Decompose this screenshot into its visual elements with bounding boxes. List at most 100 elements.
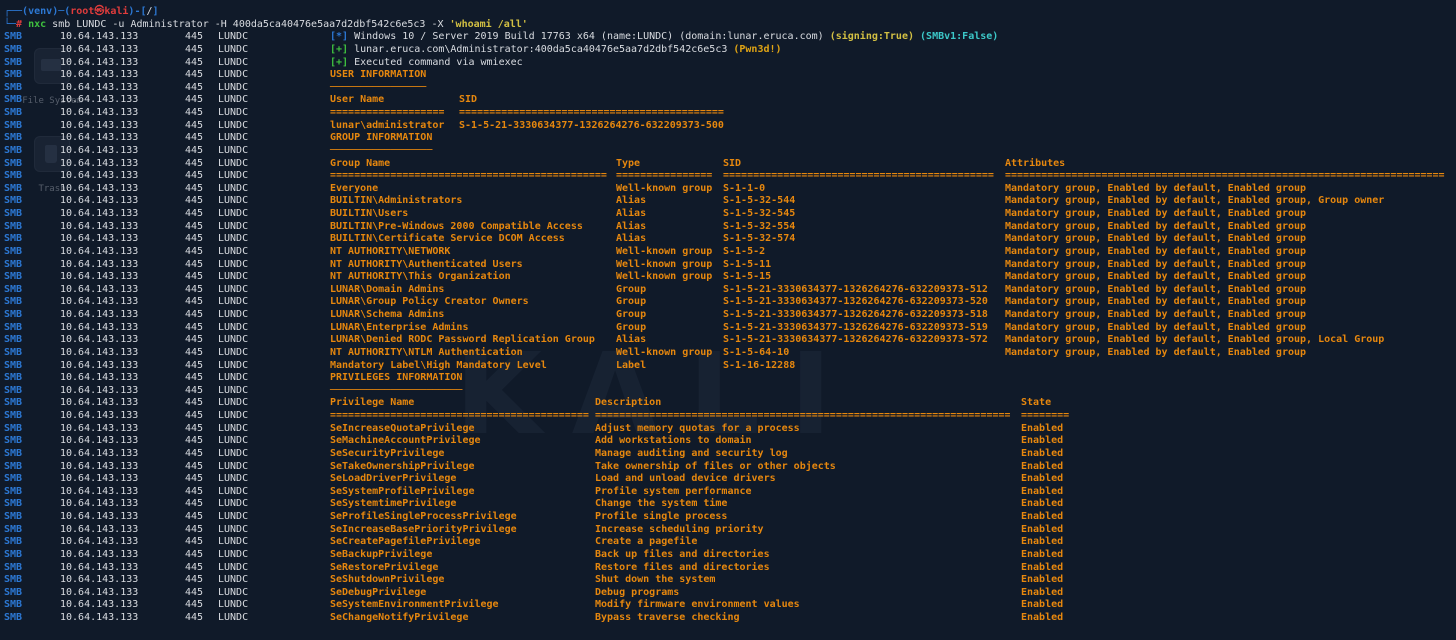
terminal-text-segment: SMB <box>4 536 60 549</box>
terminal-text-segment: SMB <box>4 524 60 537</box>
terminal-text-segment: 445 <box>185 94 218 107</box>
terminal-text-segment: LUNAR\Domain Admins <box>330 284 616 297</box>
terminal-text-segment: BUILTIN\Pre-Windows 2000 Compatible Acce… <box>330 221 616 234</box>
terminal-text-segment: LUNDC <box>218 536 330 549</box>
output-line: SMB10.64.143.133445LUNDC────────────────… <box>4 145 1456 158</box>
terminal-text-segment: LUNAR\Schema Admins <box>330 309 616 322</box>
terminal-text-segment: ──────────────── <box>330 82 426 93</box>
terminal-text-segment: Mandatory group, Enabled by default, Ena… <box>1005 271 1306 282</box>
terminal-text-segment: SMB <box>4 587 60 600</box>
terminal-text-segment: Modify firmware environment values <box>595 599 1021 612</box>
terminal-text-segment: NT AUTHORITY\Authenticated Users <box>330 259 616 272</box>
terminal-text-segment: Enabled <box>1021 486 1063 497</box>
terminal-text-segment: ────────────────────── <box>330 385 462 396</box>
terminal-text-segment: Alias <box>616 221 723 234</box>
output-line: SMB10.64.143.133445LUNDCSeTakeOwnershipP… <box>4 461 1456 474</box>
terminal-text-segment: 445 <box>185 360 218 373</box>
terminal-text-segment: 10.64.143.133 <box>60 423 185 436</box>
output-line: SMB10.64.143.133445LUNDC================… <box>4 107 1456 120</box>
terminal-text-segment: 445 <box>185 334 218 347</box>
terminal-text-segment: SMB <box>4 334 60 347</box>
terminal-text-segment: lunar.eruca.com\Administrator:400da5ca40… <box>348 44 733 55</box>
terminal-text-segment: LUNDC <box>218 271 330 284</box>
output-line: SMB10.64.143.133445LUNDClunar\administra… <box>4 120 1456 133</box>
terminal-window[interactable]: ┌──(venv)─(root㉿kali)-[/]└─# nxc smb LUN… <box>0 0 1456 640</box>
terminal-text-segment: ========================================… <box>330 410 595 423</box>
terminal-text-segment: 445 <box>185 259 218 272</box>
terminal-text-segment: Description <box>595 397 1021 410</box>
terminal-text-segment: Mandatory group, Enabled by default, Ena… <box>1005 208 1306 219</box>
terminal-text-segment: SMB <box>4 549 60 562</box>
terminal-text-segment: LUNDC <box>218 587 330 600</box>
terminal-text-segment: Bypass traverse checking <box>595 612 1021 625</box>
terminal-text-segment: 10.64.143.133 <box>60 31 185 44</box>
terminal-text-segment: S-1-5-11 <box>723 259 1005 272</box>
terminal-text-segment: 445 <box>185 486 218 499</box>
terminal-text-segment: 445 <box>185 233 218 246</box>
terminal-text-segment: 10.64.143.133 <box>60 372 185 385</box>
terminal-text-segment: BUILTIN\Certificate Service DCOM Access <box>330 233 616 246</box>
terminal-text-segment: NT AUTHORITY\NTLM Authentication <box>330 347 616 360</box>
terminal-text-segment: Take ownership of files or other objects <box>595 461 1021 474</box>
terminal-text-segment: LUNDC <box>218 511 330 524</box>
terminal-text-segment: 10.64.143.133 <box>60 511 185 524</box>
terminal-text-segment: LUNDC <box>218 221 330 234</box>
terminal-text-segment: Shut down the system <box>595 574 1021 587</box>
terminal-text-segment: Mandatory group, Enabled by default, Ena… <box>1005 309 1306 320</box>
terminal-text-segment: lunar\administrator <box>330 120 459 133</box>
terminal-text-segment: 10.64.143.133 <box>60 599 185 612</box>
desktop-screen: File System Trash KALI ┌──(venv)─(root㉿k… <box>0 0 1456 640</box>
output-line: SMB10.64.143.133445LUNDCBUILTIN\Pre-Wind… <box>4 221 1456 234</box>
terminal-text-segment: 445 <box>185 524 218 537</box>
output-line: SMB10.64.143.133445LUNDCNT AUTHORITY\Aut… <box>4 259 1456 272</box>
terminal-text-segment: SMB <box>4 170 60 183</box>
terminal-text-segment: 10.64.143.133 <box>60 322 185 335</box>
terminal-text-segment: 10.64.143.133 <box>60 549 185 562</box>
terminal-text-segment: ========================================… <box>723 170 1005 183</box>
terminal-text-segment: 445 <box>185 562 218 575</box>
terminal-text-segment: LUNDC <box>218 397 330 410</box>
output-line: SMB10.64.143.133445LUNDCNT AUTHORITY\NTL… <box>4 347 1456 360</box>
terminal-text-segment: S-1-5-21-3330634377-1326264276-632209373… <box>723 309 1005 322</box>
terminal-text-segment: 10.64.143.133 <box>60 170 185 183</box>
terminal-text-segment: SMB <box>4 322 60 335</box>
terminal-text-segment: 10.64.143.133 <box>60 536 185 549</box>
terminal-text-segment: SMB <box>4 195 60 208</box>
terminal-text-segment: 445 <box>185 208 218 221</box>
terminal-text-segment: 445 <box>185 574 218 587</box>
terminal-text-segment: 10.64.143.133 <box>60 435 185 448</box>
terminal-text-segment: SeIncreaseBasePriorityPrivilege <box>330 524 595 537</box>
terminal-text-segment: Enabled <box>1021 448 1063 459</box>
terminal-text-segment: 10.64.143.133 <box>60 145 185 158</box>
terminal-text-segment: LUNDC <box>218 473 330 486</box>
terminal-text-segment: Enabled <box>1021 612 1063 623</box>
terminal-text-segment: SMB <box>4 599 60 612</box>
terminal-text-segment: SMB <box>4 410 60 423</box>
terminal-text-segment: SMB <box>4 360 60 373</box>
terminal-text-segment: S-1-1-0 <box>723 183 1005 196</box>
terminal-text-segment: Enabled <box>1021 574 1063 585</box>
terminal-text-segment: S-1-5-21-3330634377-1326264276-632209373… <box>723 284 1005 297</box>
terminal-text-segment: 445 <box>185 44 218 57</box>
terminal-text-segment: Alias <box>616 208 723 221</box>
terminal-text-segment: SMB <box>4 423 60 436</box>
output-line: SMB10.64.143.133445LUNDCGroup NameTypeSI… <box>4 158 1456 171</box>
terminal-text-segment: SMB <box>4 132 60 145</box>
terminal-text-segment: SeSystemEnvironmentPrivilege <box>330 599 595 612</box>
terminal-text-segment: 10.64.143.133 <box>60 587 185 600</box>
terminal-text-segment: )-[ <box>128 6 146 17</box>
terminal-text-segment: 10.64.143.133 <box>60 385 185 398</box>
terminal-text-segment: Enabled <box>1021 423 1063 434</box>
terminal-text-segment: Well-known group <box>616 259 723 272</box>
terminal-text-segment: Mandatory group, Enabled by default, Ena… <box>1005 221 1306 232</box>
terminal-text-segment: SeTakeOwnershipPrivilege <box>330 461 595 474</box>
terminal-text-segment: SMB <box>4 44 60 57</box>
terminal-text-segment: Mandatory Label\High Mandatory Level <box>330 360 616 373</box>
terminal-text-segment: 445 <box>185 473 218 486</box>
terminal-text-segment: Windows 10 / Server 2019 Build 17763 x64… <box>348 31 830 42</box>
terminal-text-segment: 445 <box>185 599 218 612</box>
terminal-text-segment: 10.64.143.133 <box>60 246 185 259</box>
terminal-text-segment: ================ <box>616 170 723 183</box>
terminal-text-segment: S-1-5-15 <box>723 271 1005 284</box>
terminal-text-segment: 445 <box>185 31 218 44</box>
